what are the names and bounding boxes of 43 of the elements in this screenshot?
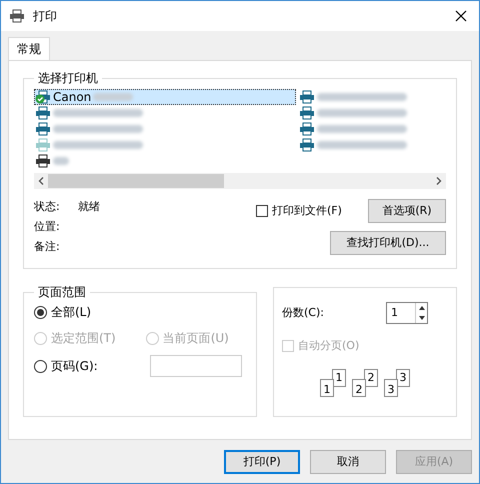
printer-icon [299,106,315,120]
printer-icon [35,106,51,120]
radio-option[interactable]: 全部(L) [34,303,246,321]
printer-icon [299,122,315,136]
window-title: 打印 [33,8,57,25]
find-printer-button[interactable]: 查找打印机(D)... [330,231,446,255]
printer-icon [299,90,315,104]
checkbox[interactable]: 打印到文件(F) [256,202,342,220]
fax-icon [35,154,51,168]
spin-down-icon[interactable] [418,316,424,320]
scroll-right-icon[interactable] [436,177,442,185]
status-label: 备注: [34,238,61,255]
close-icon[interactable] [455,10,467,22]
blurred-name [53,157,69,165]
printer-item[interactable]: Canon [34,89,296,105]
printer-item[interactable] [298,137,408,153]
printer-icon [299,138,315,152]
status-value: 就绪 [78,198,100,215]
status-label: 状态: [34,198,61,215]
dialog-button[interactable]: 打印(P) [224,450,300,474]
group-title: 页面范围 [37,284,87,301]
tab[interactable]: 常规 [8,37,50,60]
printer-icon [35,138,51,152]
printer-icon [35,90,51,104]
scroll-left-icon[interactable] [38,177,44,185]
status-label: 位置: [34,218,61,235]
radio-option[interactable]: 页码(G): [34,357,98,375]
dialog-button[interactable]: 取消 [310,450,386,474]
page-range-field[interactable] [150,355,242,377]
copies-label: 份数(C): [282,304,324,321]
printer-icon [35,122,51,136]
printer-item[interactable] [298,121,408,137]
printer-item[interactable] [298,105,408,121]
collate-drawing: 1 1 2 2 3 3 [320,368,410,396]
printer-icon [9,9,25,23]
printer-item[interactable] [298,89,408,105]
horizontal-scrollbar[interactable] [34,173,446,189]
copies-spinner[interactable]: 1 [386,302,428,324]
printer-name: Canon [53,89,92,106]
group-title: 选择打印机 [37,70,99,87]
preferences-button[interactable]: 首选项(R) [368,199,446,223]
spin-up-icon[interactable] [418,306,424,310]
blurred-name [93,93,134,101]
